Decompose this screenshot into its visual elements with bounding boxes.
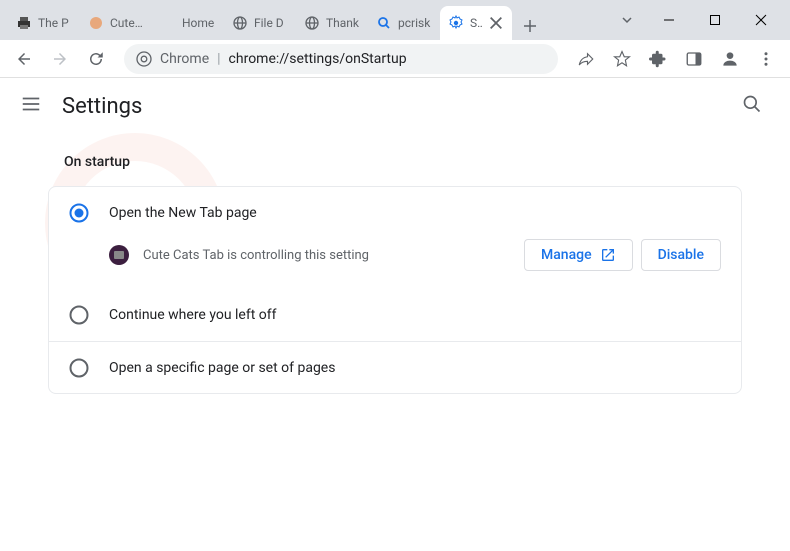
browser-tab-active[interactable]: Se xyxy=(440,6,512,40)
browser-tab[interactable]: pcrisk xyxy=(368,6,440,40)
settings-icon xyxy=(448,15,464,31)
browser-tab[interactable]: Home xyxy=(152,6,224,40)
browser-tab[interactable]: The P xyxy=(8,6,80,40)
printer-icon xyxy=(16,15,32,31)
forward-button[interactable] xyxy=(44,43,76,75)
url-separator: | xyxy=(217,51,220,67)
window-controls xyxy=(608,0,790,40)
radio-selected-icon[interactable] xyxy=(69,203,89,223)
url-prefix: Chrome xyxy=(160,51,209,67)
option-label: Continue where you left off xyxy=(109,307,277,323)
option-label: Open the New Tab page xyxy=(109,205,257,221)
manage-button[interactable]: Manage xyxy=(524,239,633,271)
menu-button[interactable] xyxy=(750,43,782,75)
side-panel-button[interactable] xyxy=(678,43,710,75)
window-titlebar: The P Cute C Home File D Thank pcrisk Se xyxy=(0,0,790,40)
disable-button[interactable]: Disable xyxy=(641,239,721,271)
profile-button[interactable] xyxy=(714,43,746,75)
radio-unselected-icon[interactable] xyxy=(69,358,89,378)
radio-unselected-icon[interactable] xyxy=(69,305,89,325)
tab-title: The P xyxy=(38,16,72,30)
globe-icon xyxy=(232,15,248,31)
minimize-button[interactable] xyxy=(646,4,692,36)
manage-label: Manage xyxy=(541,247,592,263)
settings-page: pcrisk.com Settings On startup Open the … xyxy=(0,78,790,551)
globe-icon xyxy=(304,15,320,31)
extension-controlled-notice: Cute Cats Tab is controlling this settin… xyxy=(49,239,741,289)
startup-options-card: Open the New Tab page Cute Cats Tab is c… xyxy=(48,186,742,394)
new-tab-button[interactable] xyxy=(516,12,544,40)
browser-tab[interactable]: Thank xyxy=(296,6,368,40)
extensions-button[interactable] xyxy=(642,43,674,75)
close-icon[interactable] xyxy=(488,15,504,31)
tab-title: Cute C xyxy=(110,16,144,30)
search-button[interactable] xyxy=(734,86,770,126)
back-button[interactable] xyxy=(8,43,40,75)
tab-title: Home xyxy=(182,16,216,30)
settings-body: On startup Open the New Tab page Cute Ca… xyxy=(0,134,790,394)
search-icon xyxy=(376,15,392,31)
option-specific-pages[interactable]: Open a specific page or set of pages xyxy=(49,341,741,393)
tab-title: pcrisk xyxy=(398,16,432,30)
controlled-text: Cute Cats Tab is controlling this settin… xyxy=(143,248,510,263)
browser-toolbar: Chrome | chrome://settings/onStartup xyxy=(0,40,790,78)
option-new-tab[interactable]: Open the New Tab page xyxy=(49,187,741,239)
section-title: On startup xyxy=(40,134,750,186)
url-path: chrome://settings/onStartup xyxy=(229,51,407,67)
tab-title: File D xyxy=(254,16,288,30)
chevron-down-icon[interactable] xyxy=(608,4,646,36)
address-bar[interactable]: Chrome | chrome://settings/onStartup xyxy=(124,44,558,74)
settings-header: Settings xyxy=(0,78,790,134)
option-continue[interactable]: Continue where you left off xyxy=(49,289,741,341)
option-label: Open a specific page or set of pages xyxy=(109,360,335,376)
disable-label: Disable xyxy=(658,247,704,263)
chrome-icon xyxy=(136,51,152,67)
tab-title: Thank xyxy=(326,16,360,30)
cute-icon xyxy=(88,15,104,31)
share-button[interactable] xyxy=(570,43,602,75)
page-title: Settings xyxy=(62,94,142,119)
open-external-icon xyxy=(600,247,616,263)
browser-tabs: The P Cute C Home File D Thank pcrisk Se xyxy=(0,6,608,40)
tab-title: Se xyxy=(470,16,482,30)
maximize-button[interactable] xyxy=(692,4,738,36)
browser-tab[interactable]: Cute C xyxy=(80,6,152,40)
hamburger-icon[interactable] xyxy=(20,93,42,119)
blank-icon xyxy=(160,15,176,31)
browser-tab[interactable]: File D xyxy=(224,6,296,40)
close-window-button[interactable] xyxy=(738,4,784,36)
reload-button[interactable] xyxy=(80,43,112,75)
bookmark-button[interactable] xyxy=(606,43,638,75)
extension-icon xyxy=(109,245,129,265)
